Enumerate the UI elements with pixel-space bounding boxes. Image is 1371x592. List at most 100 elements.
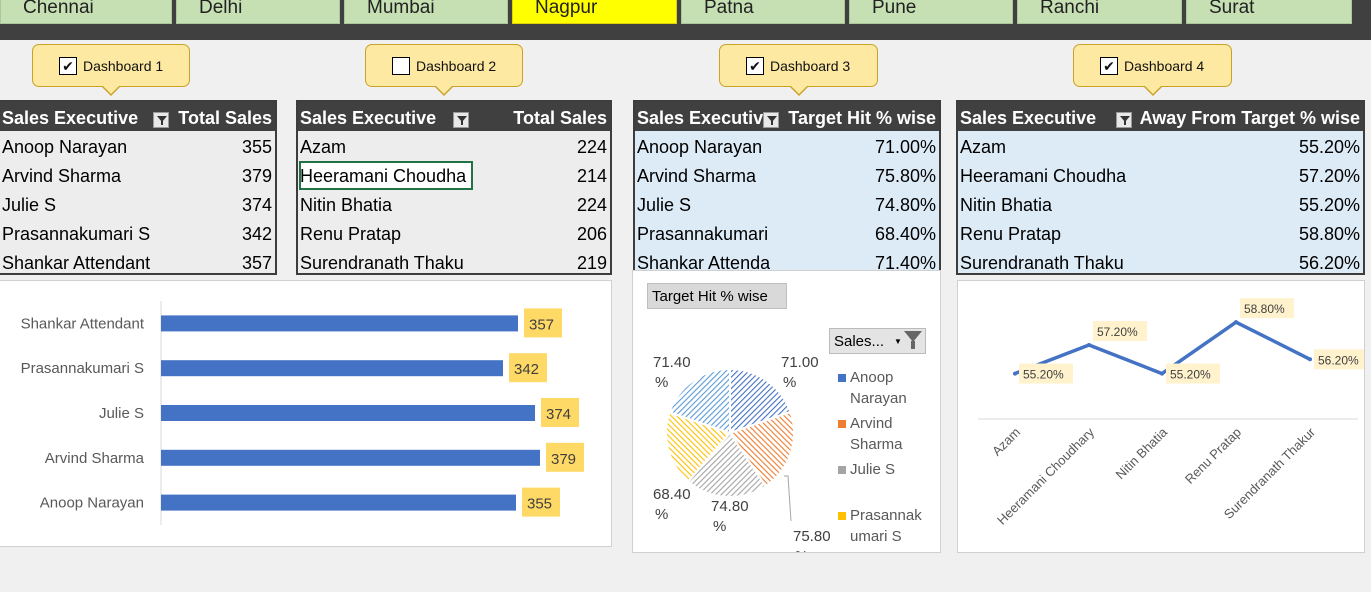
legend-item-label: Sharma — [850, 436, 903, 453]
bar[interactable] — [161, 315, 518, 332]
legend-field-button[interactable]: Sales... ▼ — [829, 328, 926, 354]
table-row[interactable]: Nitin Bhatia 55.20% — [958, 189, 1363, 218]
pie-leader-line — [784, 475, 792, 522]
filter-icon[interactable] — [153, 112, 169, 128]
table-row[interactable]: Surendranath Thaku 56.20% — [958, 247, 1363, 273]
pie-data-label-unit: % — [783, 374, 796, 391]
table-row[interactable]: Prasannakumari 68.40% — [635, 218, 939, 247]
dashboard-4-checkbox[interactable]: ✔ — [1100, 57, 1118, 75]
pie-data-label: 71.40 — [653, 354, 691, 371]
line-point[interactable] — [1308, 357, 1312, 362]
pie-chart-panel[interactable]: Target Hit % wise 71.00%75.80%74.80%68.4… — [632, 270, 941, 553]
line-point[interactable] — [1087, 343, 1091, 347]
pivot-header: Sales Executive Total Sales — [0, 102, 275, 131]
row-name: Arvind Sharma — [2, 166, 122, 186]
table-row[interactable]: Anoop Narayan 355 — [0, 131, 275, 160]
row-name-selected[interactable]: Heeramani Choudha — [299, 161, 473, 190]
dashboard-1-label: Dashboard 1 — [83, 57, 164, 74]
dashboard-1-callout: ✔ Dashboard 1 — [32, 44, 190, 96]
table-row[interactable]: Renu Pratap 58.80% — [958, 218, 1363, 247]
bar[interactable] — [161, 405, 535, 421]
city-slicer-bar: Chennai Delhi Mumbai Nagpur Patna Pune R… — [0, 0, 1371, 40]
table-row[interactable]: Arvind Sharma 75.80% — [635, 160, 939, 189]
pie-data-label: 74.80 — [711, 498, 749, 515]
dashboard-4-label: Dashboard 4 — [1124, 57, 1205, 74]
slicer-item-ranchi[interactable]: Ranchi — [1017, 0, 1182, 24]
table-row[interactable]: Renu Pratap 206 — [298, 218, 610, 247]
bar[interactable] — [161, 494, 516, 511]
column-header-target-hit: Target Hit % wise — [788, 108, 936, 128]
filter-icon-stem — [911, 341, 915, 349]
slicer-item-pune[interactable]: Pune — [849, 0, 1013, 24]
table-row[interactable]: Azam 224 — [298, 131, 610, 160]
row-value: 219 — [576, 253, 607, 273]
table-row[interactable]: Heeramani Choudha 214 — [298, 160, 610, 190]
row-name: Renu Pratap — [960, 224, 1062, 244]
table-row[interactable]: Prasannakumari S 342 — [0, 218, 275, 247]
row-value: 74.80% — [874, 195, 936, 215]
filter-icon[interactable] — [453, 112, 469, 128]
pivot-table-total-sales-2: Sales Executive Total Sales Azam 224 Heer… — [296, 100, 612, 275]
legend-item-label: Anoop — [850, 369, 894, 386]
filter-icon[interactable] — [763, 112, 779, 128]
table-row[interactable]: Shankar Attendant 357 — [0, 247, 275, 273]
slicer-item-chennai[interactable]: Chennai — [0, 0, 172, 24]
table-row[interactable]: Nitin Bhatia 224 — [298, 189, 610, 218]
column-header-total-sales: Total Sales — [178, 108, 272, 128]
line-category-label: Nitin Bhatia — [1113, 424, 1171, 482]
row-name: Arvind Sharma — [637, 166, 757, 186]
pivot-header: Sales Executive Total Sales — [298, 102, 610, 131]
legend-item-label: umari S — [850, 528, 902, 545]
pivot-header: Sales Executive Away From Target % wise — [958, 102, 1363, 131]
line-point[interactable] — [1234, 320, 1238, 325]
slicer-item-surat[interactable]: Surat — [1186, 0, 1352, 24]
line-chart-panel[interactable]: 55.20% Azam 57.20% Heeramani Choudhary 55.20… — [957, 280, 1368, 553]
bar[interactable] — [161, 449, 540, 466]
table-row[interactable]: Arvind Sharma 379 — [0, 160, 275, 189]
pie-data-label-unit: % — [795, 548, 808, 552]
dashboard-3-checkbox[interactable]: ✔ — [746, 57, 764, 75]
bar-chart: Anoop Narayan 355 Arvind Sharma 379 Julie S 3… — [21, 301, 584, 525]
pivot-table-total-sales-1: Sales Executive Total Sales Anoop Naraya… — [0, 100, 277, 275]
legend-item[interactable]: Arvind Sharma — [850, 413, 903, 455]
filter-icon[interactable] — [1116, 112, 1132, 128]
row-value: 55.20% — [1298, 137, 1360, 157]
legend-item[interactable]: Julie S — [850, 459, 895, 480]
bar-data-label: 374 — [546, 406, 571, 423]
dashboard-2-checkbox[interactable] — [392, 57, 410, 75]
slicer-item-delhi[interactable]: Delhi — [176, 0, 340, 24]
line-data-label: 57.20% — [1097, 325, 1138, 339]
pie-data-label: 71.00 — [781, 354, 819, 371]
pivot-header: Sales Executive Target Hit % wise — [635, 102, 939, 131]
column-header-sales-executive: Sales Executive — [2, 108, 139, 128]
line-chart: 55.20%Azam57.20%Heeramani Choudhary55.20… — [978, 298, 1368, 528]
dashboard-1-checkbox[interactable]: ✔ — [59, 57, 77, 75]
table-row[interactable]: Surendranath Thaku 219 — [298, 247, 610, 273]
legend-item[interactable]: Prasannak umari S — [850, 505, 922, 547]
slicer-item-patna[interactable]: Patna — [681, 0, 845, 24]
row-name: Julie S — [637, 195, 692, 215]
legend-item-label: Prasannak — [850, 507, 922, 524]
legend-item-label: Arvind — [850, 415, 893, 432]
table-row[interactable]: Heeramani Choudha 57.20% — [958, 160, 1363, 189]
slicer-item-mumbai[interactable]: Mumbai — [344, 0, 508, 24]
bar[interactable] — [161, 360, 503, 377]
table-row[interactable]: Julie S 374 — [0, 189, 275, 218]
dashboard-3-callout: ✔ Dashboard 3 — [719, 44, 878, 96]
bar-chart-panel[interactable]: Anoop Narayan 355 Arvind Sharma 379 Julie S 3… — [0, 280, 612, 547]
row-value: 357 — [241, 253, 272, 273]
line-category-label: Renu Pratap — [1182, 425, 1244, 487]
legend-item[interactable]: Anoop Narayan — [850, 367, 907, 409]
column-header-sales-executive: Sales Executive — [637, 108, 772, 128]
column-header-away-from-target: Away From Target % wise — [1139, 108, 1360, 128]
table-row[interactable]: Julie S 74.80% — [635, 189, 939, 218]
line-point[interactable] — [1160, 371, 1164, 376]
bar-category-label: Prasannakumari S — [21, 360, 144, 377]
row-name: Anoop Narayan — [2, 137, 128, 157]
bar-data-label: 355 — [527, 496, 552, 513]
line-point[interactable] — [1013, 371, 1017, 376]
table-row[interactable]: Azam 55.20% — [958, 131, 1363, 160]
slicer-item-nagpur[interactable]: Nagpur — [512, 0, 677, 24]
row-value: 206 — [576, 224, 607, 244]
table-row[interactable]: Anoop Narayan 71.00% — [635, 131, 939, 160]
